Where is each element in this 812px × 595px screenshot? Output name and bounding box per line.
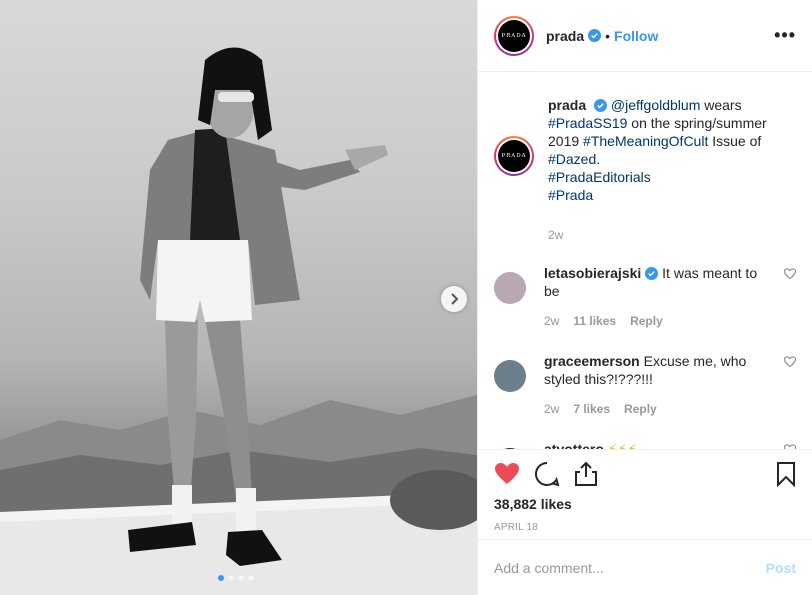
commenter-avatar[interactable] bbox=[494, 360, 526, 392]
comment-row: graceemerson Excuse me, who styled this?… bbox=[494, 352, 796, 418]
caption-link[interactable]: @jeffgoldblum bbox=[611, 97, 700, 113]
carousel-dot bbox=[238, 575, 244, 581]
likes-count[interactable]: 38,882 likes bbox=[494, 496, 796, 512]
caption-link[interactable]: #Prada bbox=[548, 187, 593, 203]
post-header: PRADA prada • Follow ••• bbox=[478, 0, 812, 72]
commenter-username[interactable]: graceemerson bbox=[544, 353, 640, 369]
caption-avatar[interactable]: PRADA bbox=[494, 136, 534, 176]
comment-text: ⚡⚡⚡ bbox=[607, 441, 638, 449]
commenter-username[interactable]: atvottero bbox=[544, 441, 604, 449]
comment-row: letasobierajski It was meant to be 2w 11 l… bbox=[494, 264, 796, 330]
commenter-avatar[interactable] bbox=[494, 448, 526, 449]
like-comment-heart-icon[interactable] bbox=[784, 356, 796, 368]
comment-likes[interactable]: 11 likes bbox=[573, 314, 616, 328]
caption-fragment: . bbox=[596, 151, 601, 167]
like-comment-heart-icon[interactable] bbox=[784, 268, 796, 280]
comment-icon[interactable] bbox=[534, 461, 560, 487]
add-comment-bar: Post bbox=[478, 539, 812, 595]
comment-likes[interactable]: 7 likes bbox=[573, 402, 610, 416]
post-container: PRADA prada • Follow ••• PRADA prada @je… bbox=[0, 0, 812, 595]
caption-username[interactable]: prada bbox=[548, 97, 586, 113]
comment-input[interactable] bbox=[494, 559, 766, 576]
heart-icon[interactable] bbox=[494, 462, 520, 486]
carousel-dot bbox=[218, 575, 224, 581]
post-caption: PRADA prada @jeffgoldblum wears #PradaSS… bbox=[494, 96, 796, 242]
carousel-indicator bbox=[218, 575, 254, 581]
carousel-dot bbox=[228, 575, 234, 581]
caption-text: prada @jeffgoldblum wears #PradaSS19 on … bbox=[548, 96, 796, 204]
post-comment-button[interactable]: Post bbox=[766, 560, 796, 576]
reply-button[interactable]: Reply bbox=[624, 402, 657, 416]
author-username[interactable]: prada bbox=[546, 28, 584, 44]
comment-row: atvottero ⚡⚡⚡ bbox=[494, 440, 796, 449]
photo-illustration bbox=[0, 47, 477, 595]
like-comment-heart-icon[interactable] bbox=[784, 444, 796, 449]
caption-fragment: Issue of bbox=[708, 133, 762, 149]
post-date[interactable]: APRIL 18 bbox=[494, 522, 796, 533]
commenter-username[interactable]: letasobierajski bbox=[544, 265, 641, 281]
post-sidebar: PRADA prada • Follow ••• PRADA prada @je… bbox=[477, 0, 812, 595]
bookmark-icon[interactable] bbox=[776, 461, 796, 487]
caption-time[interactable]: 2w bbox=[548, 228, 796, 242]
caption-link[interactable]: #TheMeaningOfCult bbox=[583, 133, 708, 149]
comments-list: PRADA prada @jeffgoldblum wears #PradaSS… bbox=[478, 72, 812, 449]
verified-badge-icon bbox=[645, 267, 659, 280]
verified-badge-icon bbox=[594, 99, 608, 112]
caption-link[interactable]: #Dazed bbox=[548, 151, 596, 167]
caption-link[interactable]: #PradaSS19 bbox=[548, 115, 627, 131]
more-options-icon[interactable]: ••• bbox=[774, 25, 796, 46]
caption-fragment: wears bbox=[700, 97, 742, 113]
follow-button[interactable]: Follow bbox=[614, 28, 658, 44]
avatar-logo: PRADA bbox=[498, 140, 530, 172]
chevron-right-icon bbox=[451, 293, 459, 305]
verified-badge-icon bbox=[588, 29, 602, 42]
comment-time[interactable]: 2w bbox=[544, 314, 559, 328]
next-photo-button[interactable] bbox=[441, 286, 467, 312]
commenter-avatar[interactable] bbox=[494, 272, 526, 304]
comment-time[interactable]: 2w bbox=[544, 402, 559, 416]
post-photo[interactable] bbox=[0, 0, 477, 595]
avatar-logo: PRADA bbox=[498, 19, 530, 52]
author-avatar[interactable]: PRADA bbox=[494, 15, 534, 56]
carousel-dot bbox=[248, 575, 254, 581]
reply-button[interactable]: Reply bbox=[630, 314, 663, 328]
caption-link[interactable]: #PradaEditorials bbox=[548, 169, 651, 185]
share-icon[interactable] bbox=[574, 461, 598, 487]
header-separator: • bbox=[605, 27, 611, 44]
post-actions: 38,882 likes APRIL 18 bbox=[478, 449, 812, 539]
